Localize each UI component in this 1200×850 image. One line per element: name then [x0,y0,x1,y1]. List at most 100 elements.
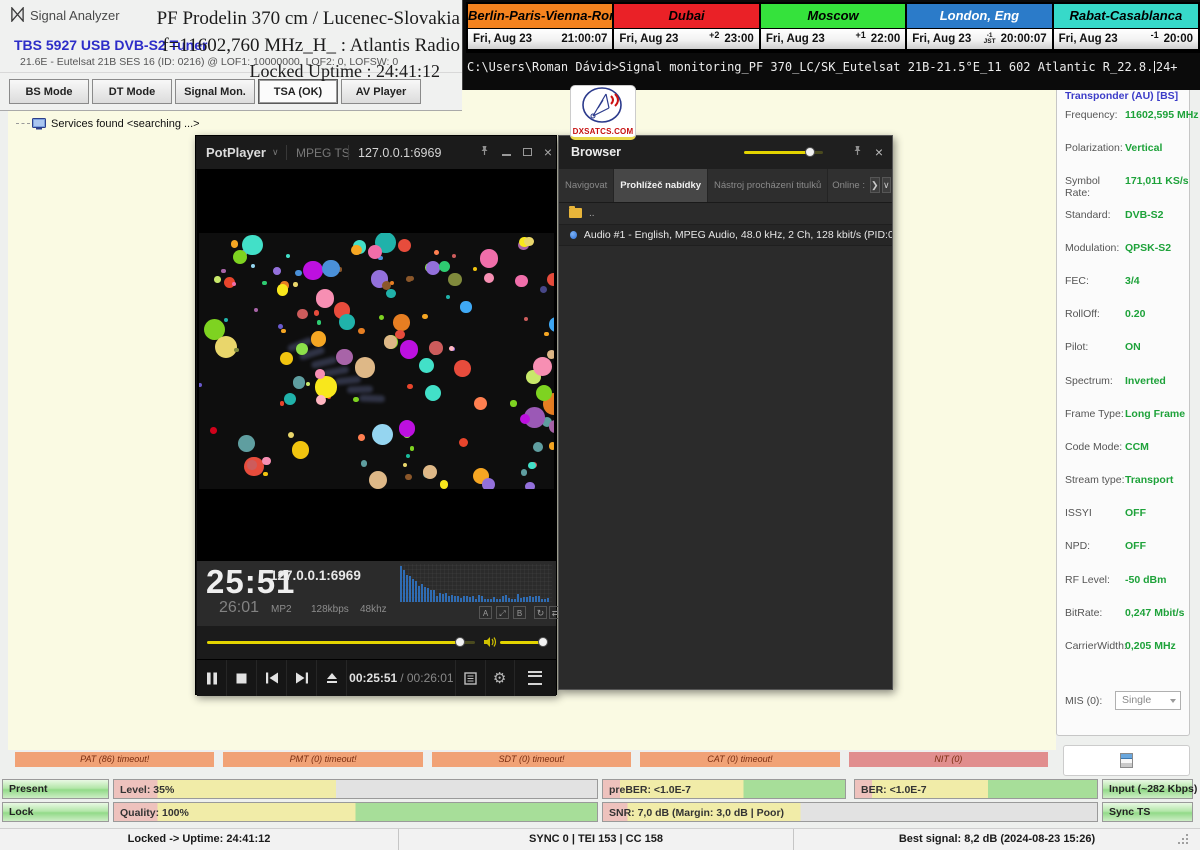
chevron-down-icon[interactable]: ∨ [882,177,891,193]
resize-grip[interactable] [1186,834,1188,836]
ab-repeat-a-button[interactable]: A [479,606,492,619]
playlist-icon[interactable] [455,660,484,696]
details-view-panel[interactable] [1063,745,1190,776]
folder-label: .. [589,208,595,219]
browser-slider-knob[interactable] [805,147,815,157]
maximize-icon[interactable] [519,144,535,160]
browser-tab-row: NavigovatProhlížeč nabídkyNástroj prochá… [559,169,892,203]
pause-button[interactable] [197,660,227,696]
mis-dropdown[interactable]: Single [1115,691,1181,710]
preber-meter: preBER: <1.0E-7 [602,779,846,799]
transponder-row-value: OFF [1125,540,1146,552]
transponder-row: RollOff:0.20 [1065,308,1187,341]
transponder-row: RF Level:-50 dBm [1065,574,1187,607]
mode-button-signal-mon-[interactable]: Signal Mon. [175,79,255,104]
clock-date: Fri, Aug 23 [766,33,825,45]
pin-icon[interactable] [476,144,492,160]
mode-button-bs-mode[interactable]: BS Mode [9,79,89,104]
pin-icon[interactable] [849,144,865,160]
eject-button[interactable] [317,660,347,696]
clock-date-time: Fri, Aug 23+223:00 [614,29,758,49]
transponder-row-label: Stream type: [1065,474,1125,486]
gear-icon[interactable]: ⚙ [485,660,514,696]
transponder-rows: Frequency:11602,595 MHzPolarization:Vert… [1065,109,1187,673]
chevron-down-icon [1170,699,1176,703]
close-icon[interactable]: × [871,144,887,160]
transponder-row-label: Modulation: [1065,242,1125,254]
tree-branch-line [16,123,30,125]
overlay-uptime-text: Locked Uptime : 24:41:12 [250,61,440,82]
browser-titlebar[interactable]: Browser × [559,136,892,170]
mode-button-dt-mode[interactable]: DT Mode [92,79,172,104]
resize-icon[interactable]: ⤢ [496,606,509,619]
clock-city-column: London, EngFri, Aug 23-1JST20:00:07 [907,4,1053,51]
ber-meter: BER: <1.0E-7 [854,779,1098,799]
level-meter: Level: 35% [113,779,598,799]
present-indicator: Present [2,779,109,799]
timeout-bar: PMT (0) timeout! [223,752,422,767]
close-icon[interactable]: × [540,144,556,160]
previous-button[interactable] [257,660,287,696]
timeout-bar: CAT (0) timeout! [640,752,839,767]
transponder-row-label: NPD: [1065,540,1125,552]
bitrate-label: 128kbps [311,604,349,615]
folder-row[interactable]: .. [559,202,892,224]
transponder-row-value: OFF [1125,507,1146,519]
transponder-row-label: Spectrum: [1065,375,1125,387]
browser-slider[interactable] [744,151,809,154]
services-tree-item[interactable]: Services found <searching ...> [16,116,200,132]
world-clock-widget: Berlin-Paris-Vienna-RomaFri, Aug 2321:00… [466,2,1200,53]
clock-utc-offset: +2 [709,30,719,40]
arrow-right-icon[interactable]: ❯ [870,177,880,193]
minimize-icon[interactable] [498,144,514,160]
browser-title: Browser [571,145,621,159]
transponder-row-value: DVB-S2 [1125,209,1164,221]
transponder-row-value: 0,247 Mbit/s [1125,607,1185,619]
clock-date: Fri, Aug 23 [1059,33,1118,45]
logo-caption: DXSATCS.COM [571,127,635,136]
browser-tab-navigovat[interactable]: Navigovat [559,169,614,202]
clock-time: 21:00:07 [561,33,607,45]
mis-label: MIS (0): [1065,695,1102,707]
next-button[interactable] [287,660,317,696]
clock-city-column: DubaiFri, Aug 23+223:00 [614,4,760,51]
speaker-icon[interactable] [483,635,497,654]
transponder-row-label: Frame Type: [1065,408,1125,420]
ab-repeat-b-button[interactable]: B [513,606,526,619]
mode-button-tsa-ok-[interactable]: TSA (OK) [258,79,338,104]
transponder-row-value: QPSK-S2 [1125,242,1171,254]
snr-meter: SNR: 7,0 dB (Margin: 3,0 dB | Poor) [602,802,1098,822]
video-visualization [199,233,554,489]
transponder-row-value: Inverted [1125,375,1166,387]
transponder-row-label: FEC: [1065,275,1125,287]
menu-icon[interactable] [514,660,556,696]
console-prompt[interactable]: C:\Users\Roman Dávid>Signal monitoring_P… [467,60,1178,74]
volume-knob[interactable] [538,637,548,647]
seek-bar[interactable] [207,641,460,644]
clock-utc-offset: +1 [856,30,866,40]
transponder-row-label: Pilot: [1065,341,1125,353]
clock-date-time: Fri, Aug 23-120:00 [1054,29,1198,49]
transponder-row-value: Long Frame [1125,408,1185,420]
clock-city-column: Rabat-CasablancaFri, Aug 23-120:00 [1054,4,1198,51]
psi-timeout-row: PAT (86) timeout!PMT (0) timeout!SDT (0)… [15,752,1048,767]
seek-knob[interactable] [455,637,465,647]
transponder-row: Frame Type:Long Frame [1065,408,1187,441]
transponder-row-label: CarrierWidth: [1065,640,1125,652]
transponder-row-label: BitRate: [1065,607,1125,619]
browser-tab-n-stroj-proch-zen-titulk-[interactable]: Nástroj procházení titulků [708,169,828,202]
volume-bar[interactable] [500,641,542,644]
stop-button[interactable] [227,660,257,696]
potplayer-titlebar[interactable]: PotPlayer ∨ MPEG TS 127.0.0.1:6969 × [196,136,556,170]
clock-city-name: Rabat-Casablanca [1054,4,1198,29]
transponder-row-value: -50 dBm [1125,574,1166,586]
transponder-row-value: 171,011 KS/s [1125,175,1189,187]
audio-track-list-item[interactable]: Audio #1 - English, MPEG Audio, 48.0 kHz… [559,224,892,246]
seek-volume-row [197,626,556,659]
browser-tab-prohl-e-nab-dky[interactable]: Prohlížeč nabídky [614,169,708,202]
mode-button-av-player[interactable]: AV Player [341,79,421,104]
loop-icon[interactable]: ↻ [534,606,547,619]
transponder-title: Transponder (AU) [BS] [1065,90,1178,102]
chevron-down-icon[interactable]: ∨ [272,147,279,158]
satellite-dish-icon [581,86,625,124]
